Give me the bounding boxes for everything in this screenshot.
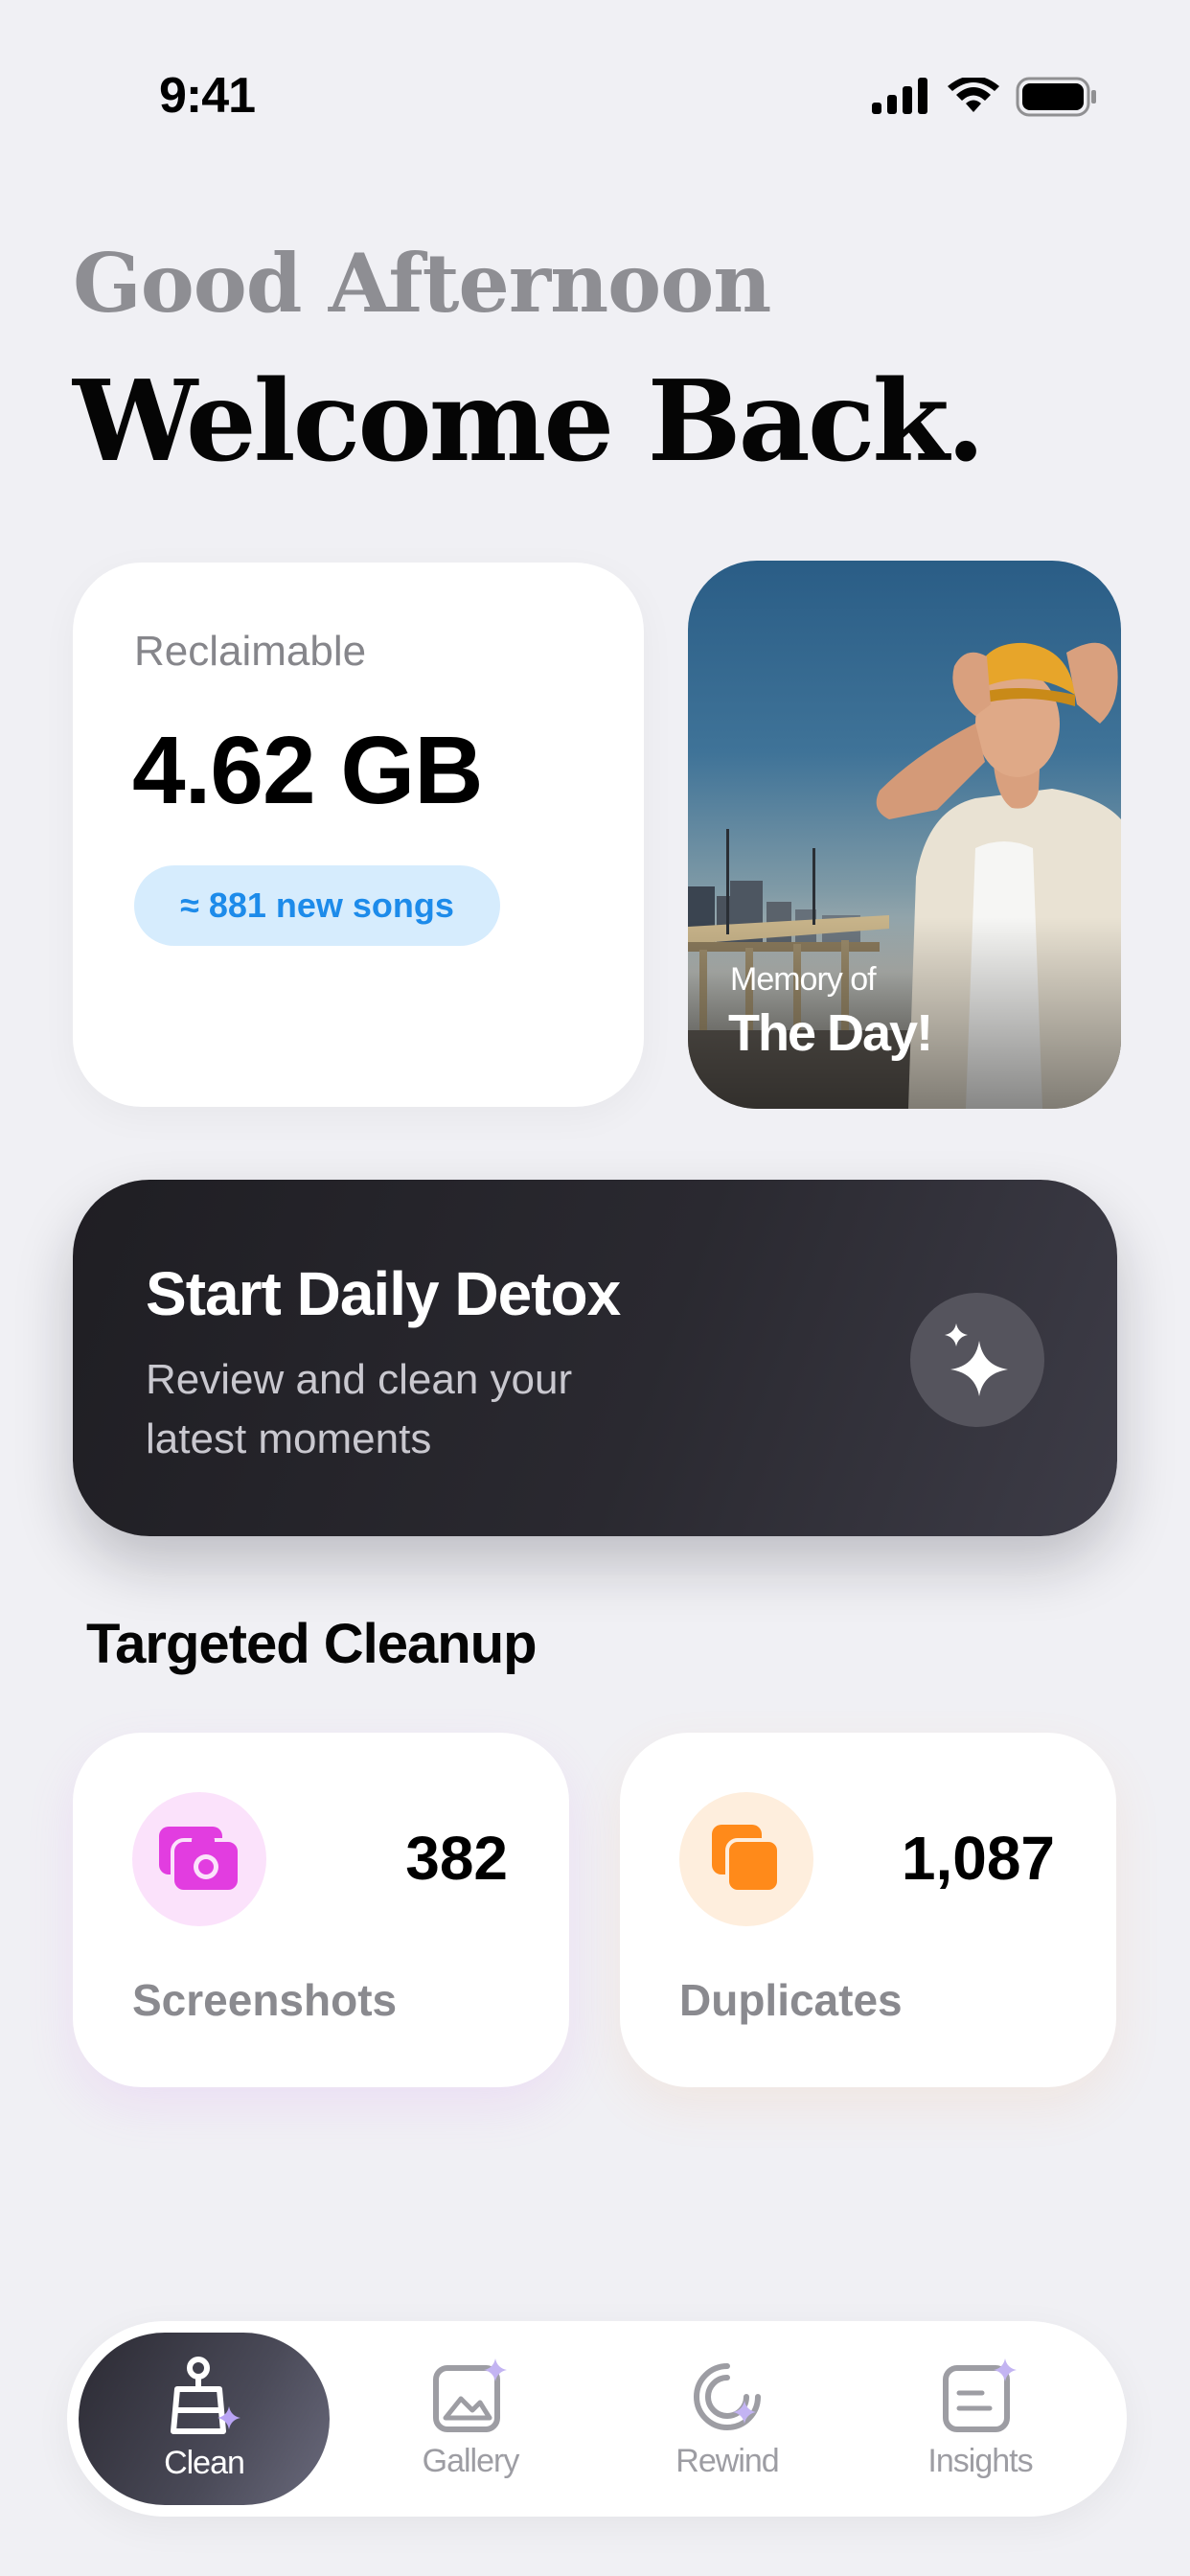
camera-icon bbox=[159, 1827, 240, 1892]
songs-badge: ≈ 881 new songs bbox=[134, 865, 500, 946]
screenshots-count: 382 bbox=[405, 1824, 508, 1893]
memory-card[interactable]: Memory of The Day! bbox=[688, 561, 1121, 1109]
home-screen: 9:41 Good Afternoon Welcome Back. Reclai… bbox=[0, 0, 1190, 2576]
broom-icon bbox=[171, 2356, 240, 2434]
gallery-icon bbox=[433, 2358, 507, 2432]
detox-title: Start Daily Detox bbox=[146, 1259, 621, 1328]
signal-icon bbox=[872, 78, 927, 114]
tab-insights[interactable]: Insights bbox=[855, 2333, 1106, 2505]
tab-rewind[interactable]: Rewind bbox=[602, 2333, 853, 2505]
screenshots-card[interactable]: 382 Screenshots bbox=[73, 1733, 569, 2087]
tab-bar: Clean Gallery Rewind Insights bbox=[67, 2321, 1127, 2517]
reclaimable-card[interactable]: Reclaimable 4.62 GB ≈ 881 new songs bbox=[73, 563, 644, 1107]
duplicates-icon-wrap bbox=[679, 1792, 813, 1926]
reclaimable-label: Reclaimable bbox=[134, 628, 367, 675]
tab-clean[interactable]: Clean bbox=[79, 2333, 330, 2505]
wifi-icon bbox=[948, 78, 999, 112]
insights-icon bbox=[943, 2358, 1017, 2432]
duplicates-count: 1,087 bbox=[901, 1824, 1055, 1893]
tab-rewind-label: Rewind bbox=[675, 2442, 779, 2479]
detox-subtitle: Review and clean your latest moments bbox=[146, 1356, 573, 1462]
duplicates-label: Duplicates bbox=[679, 1975, 903, 2025]
status-time: 9:41 bbox=[159, 68, 256, 124]
targeted-cleanup-title: Targeted Cleanup bbox=[86, 1613, 538, 1675]
battery-icon bbox=[1016, 77, 1096, 117]
greeting-text: Good Afternoon bbox=[73, 236, 771, 331]
rewind-icon bbox=[694, 2362, 761, 2430]
tab-gallery-label: Gallery bbox=[422, 2442, 520, 2479]
screenshots-label: Screenshots bbox=[132, 1975, 398, 2025]
memory-title: The Day! bbox=[728, 1004, 933, 1062]
start-detox-button[interactable] bbox=[910, 1293, 1044, 1427]
status-icons bbox=[870, 77, 1098, 117]
tab-gallery[interactable]: Gallery bbox=[345, 2333, 596, 2505]
tab-insights-label: Insights bbox=[927, 2442, 1033, 2479]
memory-kicker: Memory of bbox=[730, 961, 877, 998]
daily-detox-card[interactable]: Start Daily Detox Review and clean your … bbox=[73, 1180, 1117, 1536]
sparkles-icon bbox=[945, 1323, 1008, 1396]
reclaimable-value: 4.62 GB bbox=[132, 717, 483, 824]
duplicate-icon bbox=[712, 1825, 781, 1894]
page-title: Welcome Back. bbox=[73, 356, 985, 487]
screenshots-icon-wrap bbox=[132, 1792, 266, 1926]
tab-clean-label: Clean bbox=[164, 2444, 245, 2481]
duplicates-card[interactable]: 1,087 Duplicates bbox=[620, 1733, 1116, 2087]
